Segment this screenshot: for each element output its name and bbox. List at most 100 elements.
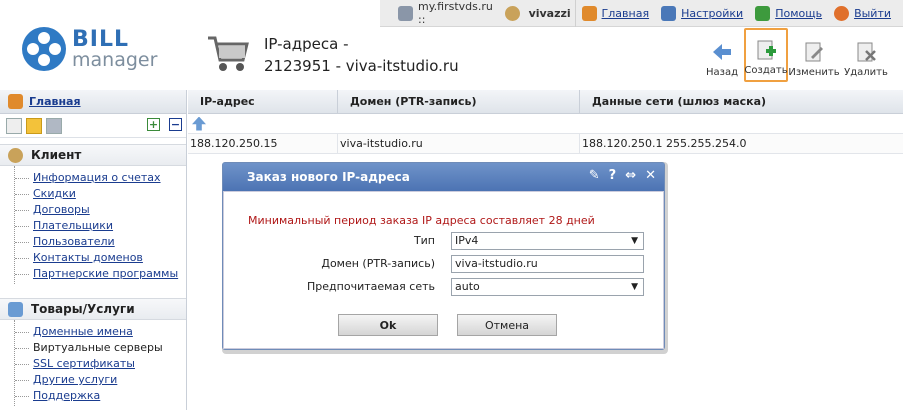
help-icon [755,5,771,21]
user-icon [504,5,520,21]
type-select[interactable]: IPv4 [451,232,644,250]
top-link-home[interactable]: Главная [581,5,650,21]
top-bar: my.firstvds.ru :: vivazzi Главная Настро… [380,0,903,27]
favorites-star-icon[interactable] [26,117,42,134]
order-ip-dialog: Заказ нового IP-адреса ✎ ? ⇔ ✕ Минимальн… [222,162,665,350]
top-link-logout[interactable]: Выйти [834,5,891,21]
top-link-home-label: Главная [601,6,650,20]
sidebar-item-other-services[interactable]: Другие услуги [15,372,186,388]
new-document-icon [757,40,776,60]
sidebar-item-ssl[interactable]: SSL сертификаты [15,356,186,372]
home-icon [581,5,597,21]
cell-ip: 188.120.250.15 [188,134,338,153]
sidebar: Главная + − Клиент Информация о счетах С… [0,90,187,410]
sidebar-section-client: Клиент Информация о счетах Скидки Догово… [0,144,186,284]
delete-label: Удалить [844,67,888,78]
field-row-network: Предпочитаемая сеть auto [224,278,663,296]
sidebar-item-billing-info[interactable]: Информация о счетах [15,170,186,186]
create-label: Создать [744,65,788,76]
dialog-title: Заказ нового IP-адреса [247,170,410,184]
home-icon [8,94,23,109]
sidebar-section-title[interactable]: Товары/Услуги [0,298,186,320]
top-link-settings-label: Настройки [681,6,744,20]
sidebar-item-vps[interactable]: Виртуальные серверы [15,340,186,356]
ok-button[interactable]: Ok [338,314,438,336]
shopping-cart-icon [208,36,249,71]
field-row-type: Тип IPv4 [224,232,663,250]
client-user-icon [8,147,23,163]
top-link-logout-label: Выйти [854,6,891,20]
briefcase-icon[interactable] [46,117,62,134]
cell-domain: viva-itstudio.ru [338,134,580,153]
sidebar-item-users[interactable]: Пользователи [15,234,186,250]
calculator-icon [398,5,413,21]
table-header: IP-адрес Домен (PTR-запись) Данные сети … [188,90,903,114]
host-name: my.firstvds.ru :: [418,0,493,26]
edit-label: Изменить [788,67,840,78]
logo-manager: manager [72,48,158,71]
user-name: vivazzi [528,6,571,20]
dialog-message: Минимальный период заказа IP адреса сост… [248,214,595,227]
top-link-help[interactable]: Помощь [755,5,823,21]
session-info: my.firstvds.ru :: vivazzi [380,0,571,26]
column-domain[interactable]: Домен (PTR-запись) [338,90,580,113]
sidebar-item-discounts[interactable]: Скидки [15,186,186,202]
sidebar-item-payers[interactable]: Плательщики [15,218,186,234]
sidebar-section-title[interactable]: Клиент [0,144,186,166]
top-link-help-label: Помощь [775,6,823,20]
sidebar-home[interactable]: Главная [0,90,186,114]
cell-network: 188.120.250.1 255.255.254.0 [582,137,747,150]
expand-all-icon[interactable]: + [147,118,160,131]
arrow-left-icon [713,44,731,60]
column-network[interactable]: Данные сети (шлюз маска) [580,90,903,113]
sidebar-item-domains[interactable]: Доменные имена [15,324,186,340]
sidebar-toolbar: + − [0,114,186,138]
dialog-header[interactable]: Заказ нового IP-адреса ✎ ? ⇔ ✕ [223,163,664,191]
divider [574,0,576,27]
billmanager-logo[interactable]: BILL manager [22,27,157,71]
section-title-label: Товары/Услуги [31,302,135,316]
delete-button[interactable]: Удалить [840,32,892,82]
network-select[interactable]: auto [451,278,644,296]
logo-mark-icon [22,27,66,71]
ip-table: IP-адрес Домен (PTR-запись) Данные сети … [188,90,903,154]
top-link-settings[interactable]: Настройки [661,5,744,21]
sidebar-list: Доменные имена Виртуальные серверы SSL с… [14,320,186,406]
logout-icon [834,5,850,21]
create-button[interactable]: Создать [744,28,788,82]
arrow-up-icon [192,116,206,131]
dialog-controls: ✎ ? ⇔ ✕ [580,168,656,183]
sidebar-item-partner-programs[interactable]: Партнерские программы [15,266,186,282]
sidebar-item-contracts[interactable]: Договоры [15,202,186,218]
sidebar-item-support[interactable]: Поддержка [15,388,186,404]
sidebar-item-domain-contacts[interactable]: Контакты доменов [15,250,186,266]
section-title-label: Клиент [31,148,82,162]
edit-document-icon [805,42,823,62]
edit-button[interactable]: Изменить [788,32,840,82]
logo-bill: BILL [72,26,129,52]
page-title-line1: IP-адреса - [264,35,349,53]
type-label: Тип [413,234,435,247]
maximize-icon[interactable]: ⇔ [625,168,636,183]
network-label: Предпочитаемая сеть [307,280,435,293]
ptr-label: Домен (PTR-запись) [321,257,435,270]
dialog-body: Минимальный период заказа IP адреса сост… [223,191,664,349]
sidebar-home-link[interactable]: Главная [29,95,81,108]
cart-icon [8,301,23,317]
ptr-input[interactable]: viva-itstudio.ru [451,255,644,273]
close-icon[interactable]: ✕ [645,168,656,183]
collapse-all-icon[interactable]: − [169,118,182,131]
page-title: IP-адреса - 2123951 - viva-itstudio.ru [264,33,459,77]
column-ip[interactable]: IP-адрес [188,90,338,113]
table-row[interactable]: 188.120.250.15 viva-itstudio.ru 188.120.… [188,134,903,154]
list-view-icon[interactable] [6,117,22,134]
back-button[interactable]: Назад [700,32,744,82]
cancel-button[interactable]: Отмена [457,314,557,336]
sidebar-section-products: Товары/Услуги Доменные имена Виртуальные… [0,298,186,406]
pin-icon[interactable]: ✎ [589,168,600,183]
logo-text: BILL manager [72,26,158,71]
settings-icon [661,5,677,21]
help-icon[interactable]: ? [609,168,617,183]
top-links: Главная Настройки Помощь Выйти [581,5,903,21]
parent-row[interactable] [188,114,903,134]
